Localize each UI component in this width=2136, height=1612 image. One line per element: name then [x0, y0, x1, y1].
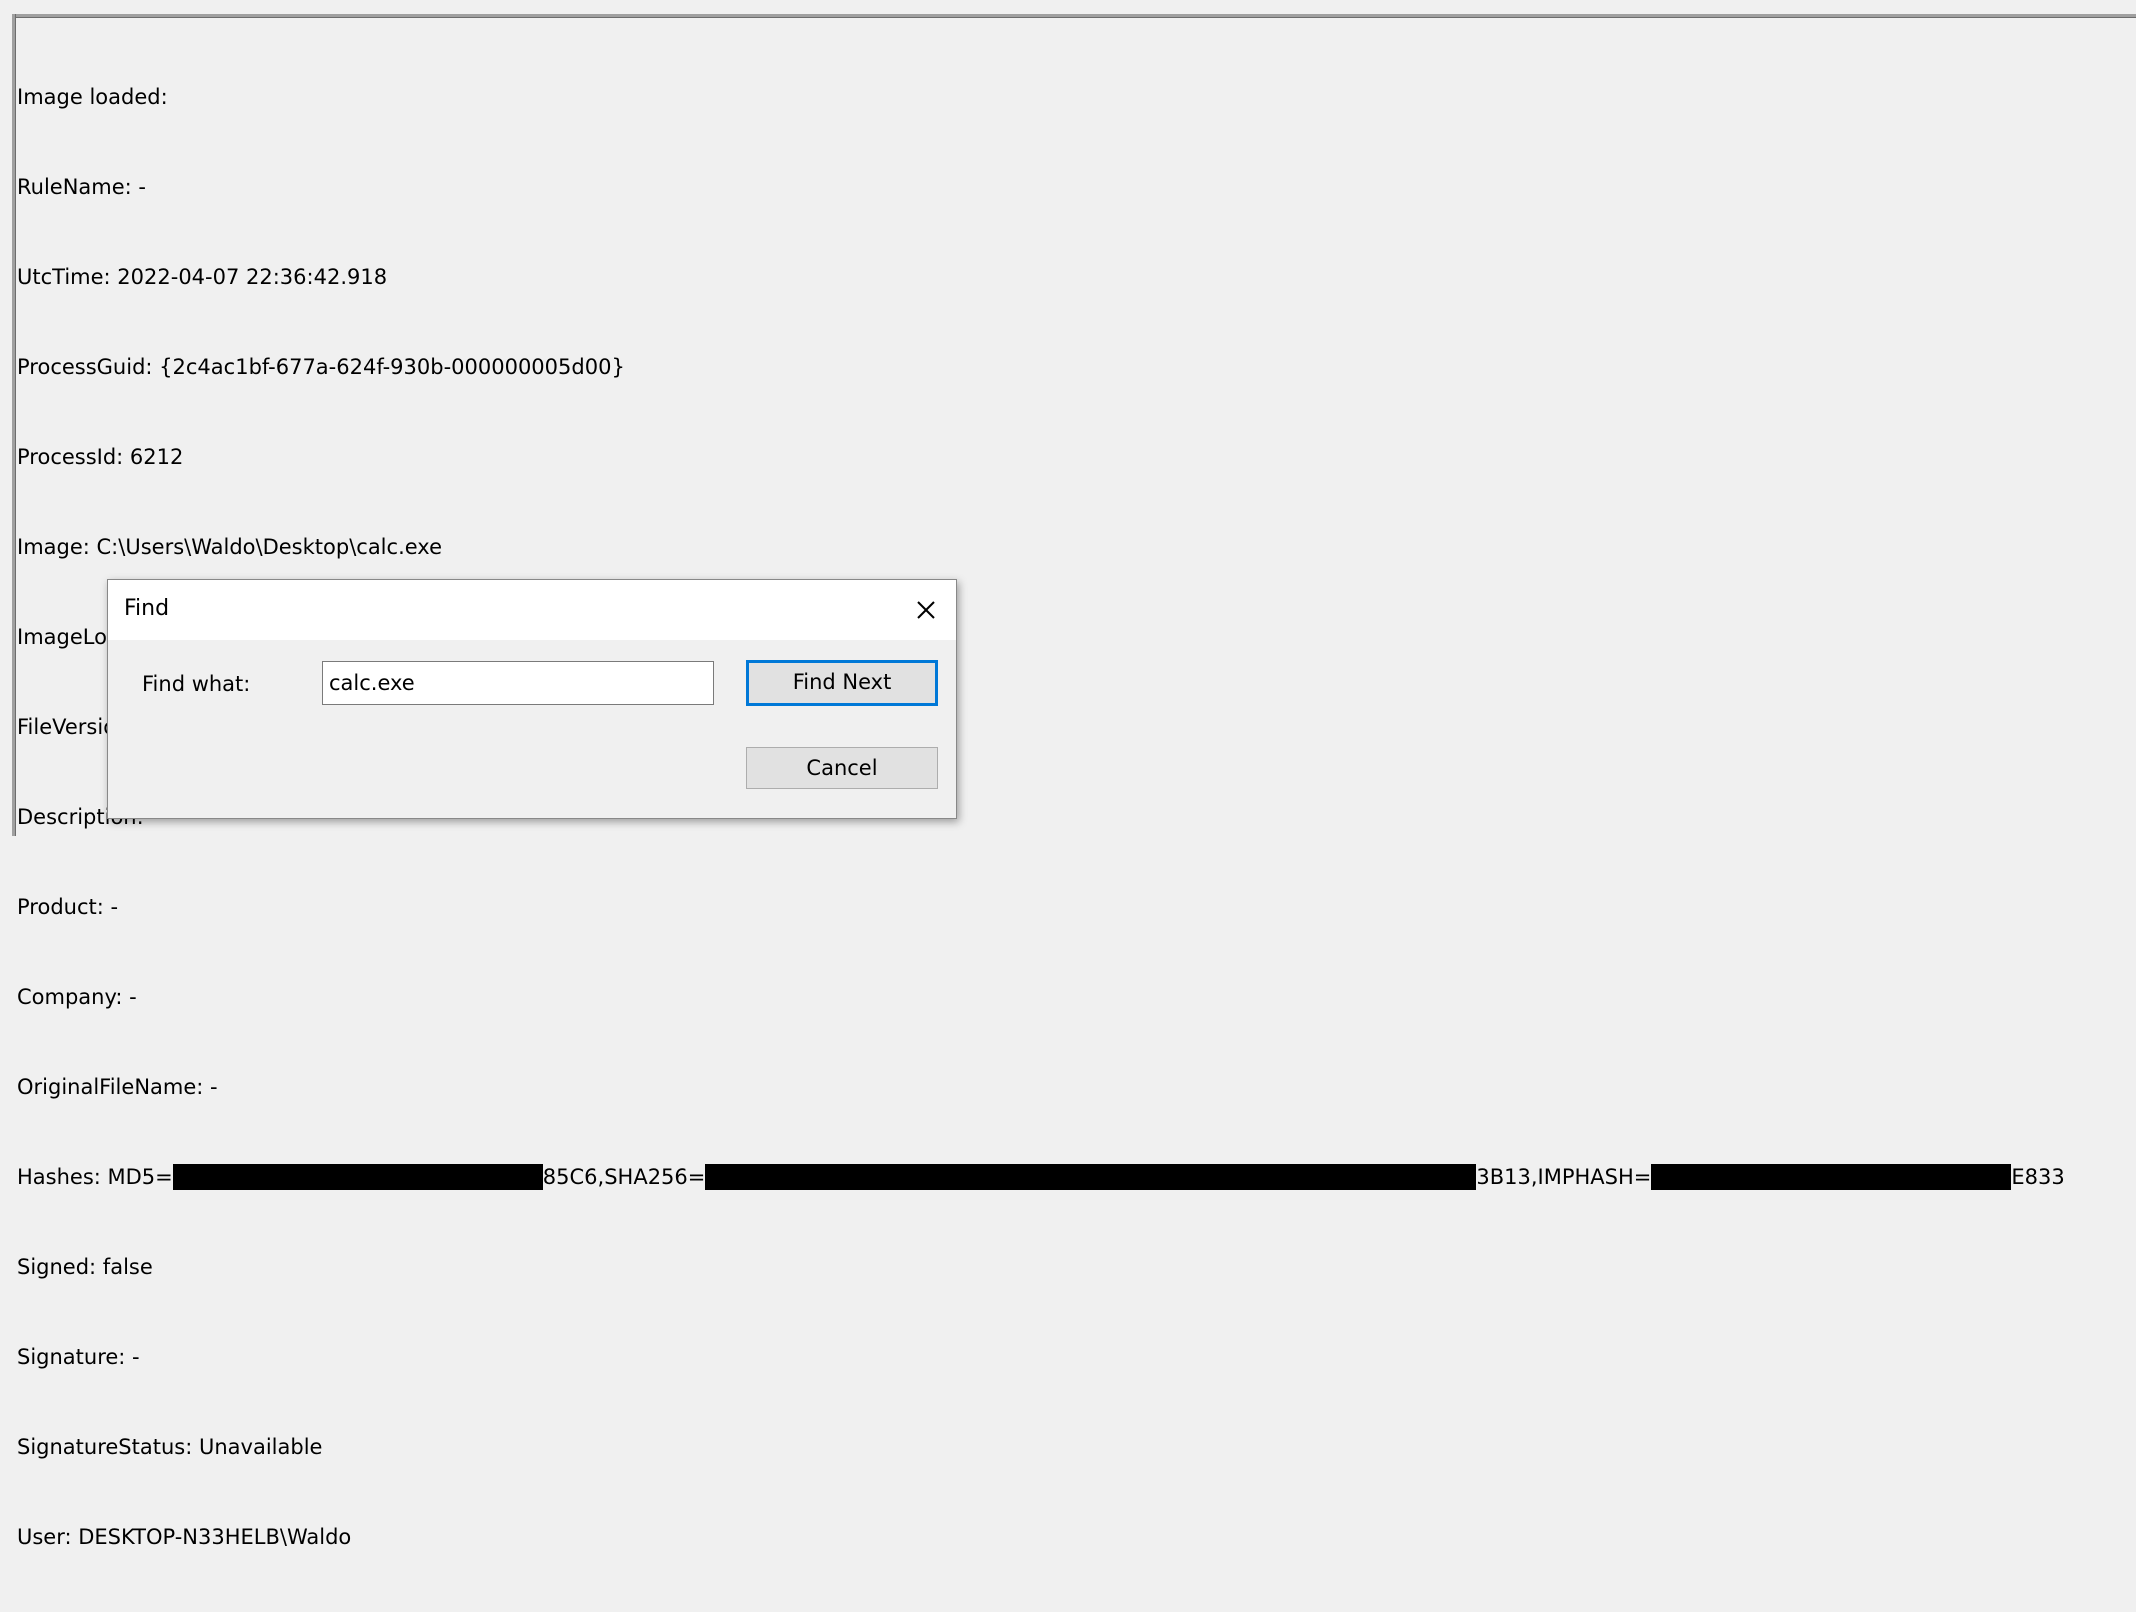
event-line: ProcessGuid: {2c4ac1bf-677a-624f-930b-00…: [17, 355, 625, 379]
event-line: ProcessId: 6212: [17, 445, 184, 469]
event-line: Signed: false: [17, 1255, 153, 1279]
find-next-button[interactable]: Find Next: [746, 660, 938, 706]
redacted-sha256: [705, 1164, 1477, 1190]
event-line: Signature: -: [17, 1345, 140, 1369]
cancel-button[interactable]: Cancel: [746, 747, 938, 789]
event-line: Product: -: [17, 895, 119, 919]
hashes-prefix: Hashes: MD5=: [17, 1165, 173, 1189]
redacted-imphash: [1651, 1164, 2012, 1190]
find-dialog: Find Find what: Find Next Cancel: [107, 579, 957, 819]
pane-border-top: [12, 14, 2136, 18]
find-what-label: Find what:: [142, 672, 251, 696]
event-line: RuleName: -: [17, 175, 146, 199]
event-line: User: DESKTOP-N33HELB\Waldo: [17, 1525, 352, 1549]
event-line: Image loaded:: [17, 85, 168, 109]
imphash-suffix: E833: [2011, 1165, 2065, 1189]
redacted-md5: [172, 1164, 543, 1190]
event-line: OriginalFileName: -: [17, 1075, 218, 1099]
find-dialog-title: Find: [124, 596, 170, 621]
event-line: Company: -: [17, 985, 137, 1009]
event-line: Image: C:\Users\Waldo\Desktop\calc.exe: [17, 535, 442, 559]
md5-suffix: 85C6,SHA256=: [542, 1165, 706, 1189]
event-line: UtcTime: 2022-04-07 22:36:42.918: [17, 265, 388, 289]
pane-border-left: [12, 14, 16, 836]
find-what-input[interactable]: [322, 661, 714, 705]
event-line: SignatureStatus: Unavailable: [17, 1435, 323, 1459]
close-icon[interactable]: [906, 590, 946, 630]
sha256-suffix: 3B13,IMPHASH=: [1476, 1165, 1652, 1189]
find-dialog-titlebar[interactable]: Find: [108, 580, 956, 640]
hashes-line: Hashes: MD5= 85C6,SHA256= 3B13,IMPHASH= E83…: [17, 1162, 2065, 1192]
